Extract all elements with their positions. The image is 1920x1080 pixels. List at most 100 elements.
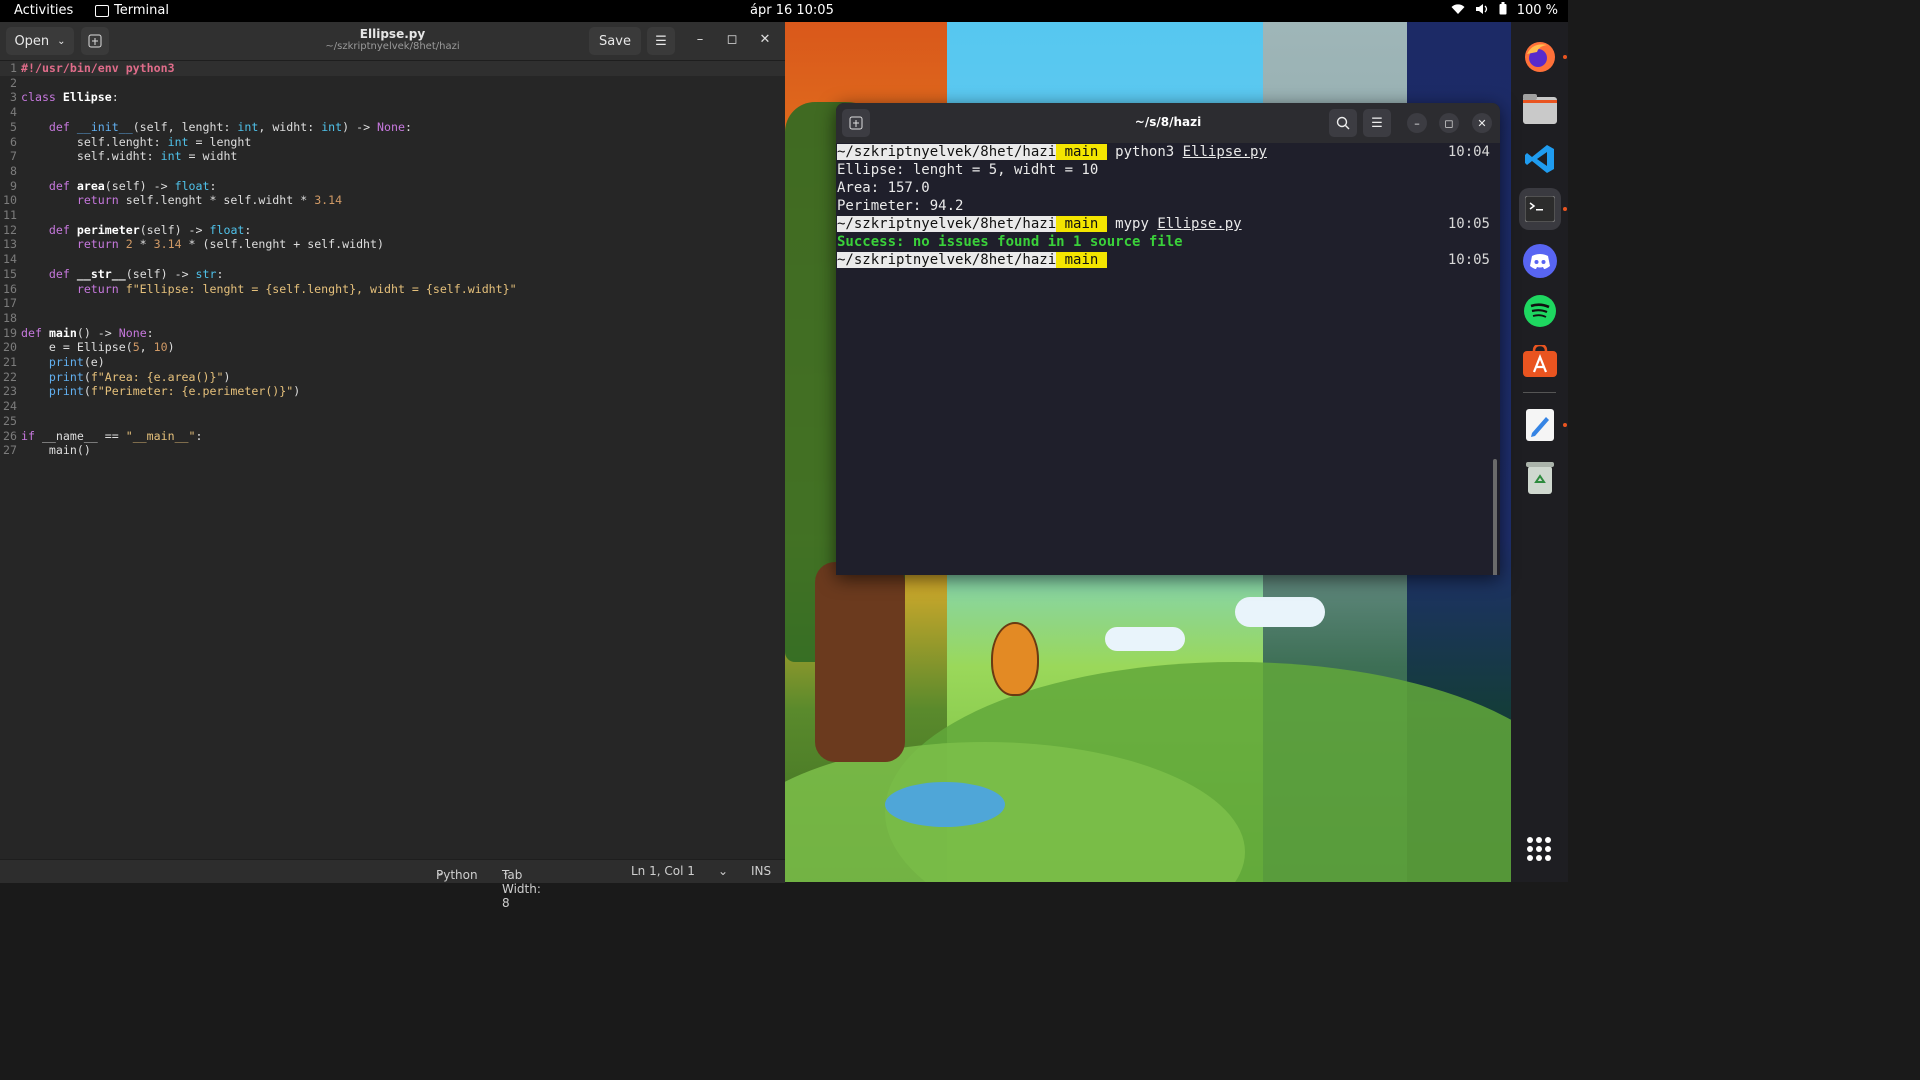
code-line: 17 (0, 296, 785, 311)
save-button[interactable]: Save (589, 27, 641, 55)
insert-mode[interactable]: INS (751, 864, 771, 878)
app-menu[interactable]: Terminal (95, 3, 169, 18)
prompt-branch: main (1056, 252, 1107, 268)
app-name: Terminal (114, 3, 169, 18)
spotify-icon[interactable] (1519, 290, 1561, 332)
code-line: 25 (0, 414, 785, 429)
prompt-line: ~/szkriptnyelvek/8het/hazi main python3 … (837, 143, 1267, 161)
code-line: 15 def __str__(self) -> str: (0, 267, 785, 282)
close-button[interactable]: ✕ (1472, 113, 1492, 133)
code-line: 8 (0, 164, 785, 179)
trash-icon[interactable] (1519, 456, 1561, 498)
line-number: 21 (3, 355, 17, 369)
close-button[interactable]: ✕ (756, 31, 774, 49)
line-number: 1 (10, 61, 17, 75)
menu-button[interactable]: ☰ (1363, 109, 1391, 137)
line-number: 14 (3, 252, 17, 267)
menu-button[interactable]: ☰ (647, 27, 675, 55)
prompt-directory: ~/szkriptnyelvek/8het/hazi (837, 144, 1057, 160)
wallpaper-trunk (815, 562, 905, 762)
command-text: mypy (1115, 216, 1149, 232)
line-number: 23 (3, 384, 17, 399)
maximize-button[interactable]: ◻ (1439, 113, 1459, 133)
scrollbar[interactable] (1493, 459, 1497, 575)
code-line: 2 (0, 76, 785, 91)
command-timestamp: 10:05 (1447, 252, 1490, 268)
activities-button[interactable]: Activities (14, 3, 73, 18)
line-number: 15 (3, 266, 17, 281)
running-indicator (1563, 55, 1567, 59)
wifi-icon (1451, 3, 1465, 19)
apps-dot (1527, 855, 1533, 861)
app-center-icon[interactable] (1519, 340, 1561, 382)
wallpaper-pond (885, 782, 1005, 827)
text-editor-window: Open ⌄ Ellipse.py ~/szkriptnyelvek/8het/… (0, 22, 785, 910)
file-link[interactable]: Ellipse.py (1183, 144, 1267, 160)
terminal-icon[interactable] (1519, 188, 1567, 230)
line-number: 12 (3, 222, 17, 237)
editor-statusbar: Python ⌄ Tab Width: 8 ⌄ Ln 1, Col 1 ⌄ IN… (0, 859, 785, 910)
firefox-icon[interactable] (1519, 36, 1567, 78)
search-button[interactable] (1329, 109, 1357, 137)
code-line: 26 if __name__ == "__main__": (0, 429, 785, 444)
code-line: 27 main() (0, 443, 785, 458)
chevron-down-icon: ⌄ (436, 868, 444, 878)
terminal-window: ~/s/8/hazi ☰ – ◻ ✕ ~/szkriptnyelvek/8het… (836, 103, 1500, 575)
code-line: 7 self.widht: int = widht (0, 149, 785, 164)
output-line: Ellipse: lenght = 5, widht = 10 (837, 162, 1099, 178)
maximize-button[interactable]: ◻ (723, 31, 741, 49)
show-applications-icon[interactable] (1527, 837, 1551, 861)
code-line: 9 def area(self) -> float: (0, 179, 785, 194)
code-line: 12 def perimeter(self) -> float: (0, 223, 785, 238)
apps-dot (1527, 846, 1533, 852)
line-number: 27 (3, 443, 17, 458)
vscode-icon[interactable] (1519, 138, 1561, 180)
apps-dot (1536, 837, 1542, 843)
battery-icon (1499, 2, 1507, 19)
terminal-title: ~/s/8/hazi (1134, 115, 1202, 129)
line-number: 7 (10, 149, 17, 164)
apps-dot (1527, 837, 1533, 843)
line-number: 5 (10, 119, 17, 134)
search-icon (1336, 116, 1350, 130)
code-line: 4 (0, 105, 785, 120)
code-line: 14 (0, 252, 785, 267)
line-number: 13 (3, 237, 17, 252)
line-number: 8 (10, 163, 17, 178)
command-timestamp: 10:04 (1447, 144, 1490, 160)
top-bar: Activities Terminal ápr 16 10:05 100 % (0, 0, 1568, 22)
line-number: 10 (3, 193, 17, 208)
line-number: 22 (3, 369, 17, 384)
apps-dot (1545, 837, 1551, 843)
terminal-output[interactable]: ~/szkriptnyelvek/8het/hazi main python3 … (836, 143, 1500, 575)
line-number: 6 (10, 134, 17, 149)
editor-headerbar: Open ⌄ Ellipse.py ~/szkriptnyelvek/8het/… (0, 22, 785, 61)
code-line: 24 (0, 399, 785, 414)
minimize-button[interactable]: – (1407, 113, 1427, 133)
wallpaper-lantern (991, 622, 1039, 696)
discord-icon[interactable] (1519, 240, 1561, 282)
terminal-icon (95, 4, 109, 17)
code-view[interactable]: 1 #!/usr/bin/env python3 2 3 class Ellipse… (0, 61, 785, 859)
file-link[interactable]: Ellipse.py (1157, 216, 1241, 232)
text-editor-icon[interactable] (1519, 404, 1567, 446)
battery-percent: 100 % (1516, 3, 1558, 18)
prompt-branch: main (1056, 216, 1107, 232)
chevron-down-icon[interactable]: ⌄ (718, 864, 728, 878)
line-number: 4 (10, 105, 17, 120)
minimize-button[interactable]: – (691, 31, 709, 49)
apps-dot (1536, 846, 1542, 852)
system-tray[interactable]: 100 % (1451, 2, 1558, 19)
apps-dot (1545, 846, 1551, 852)
line-number: 19 (3, 325, 17, 340)
hamburger-icon: ☰ (1371, 115, 1383, 131)
clock[interactable]: ápr 16 10:05 (750, 3, 834, 18)
line-number: 26 (3, 428, 17, 443)
cursor-position[interactable]: Ln 1, Col 1 (631, 864, 695, 878)
files-icon[interactable] (1519, 88, 1561, 130)
command-timestamp: 10:05 (1447, 216, 1490, 232)
code-line: 19 def main() -> None: (0, 326, 785, 341)
output-line: Area: 157.0 (837, 180, 930, 196)
dock-separator (1523, 392, 1556, 393)
prompt-branch: main (1056, 144, 1107, 160)
